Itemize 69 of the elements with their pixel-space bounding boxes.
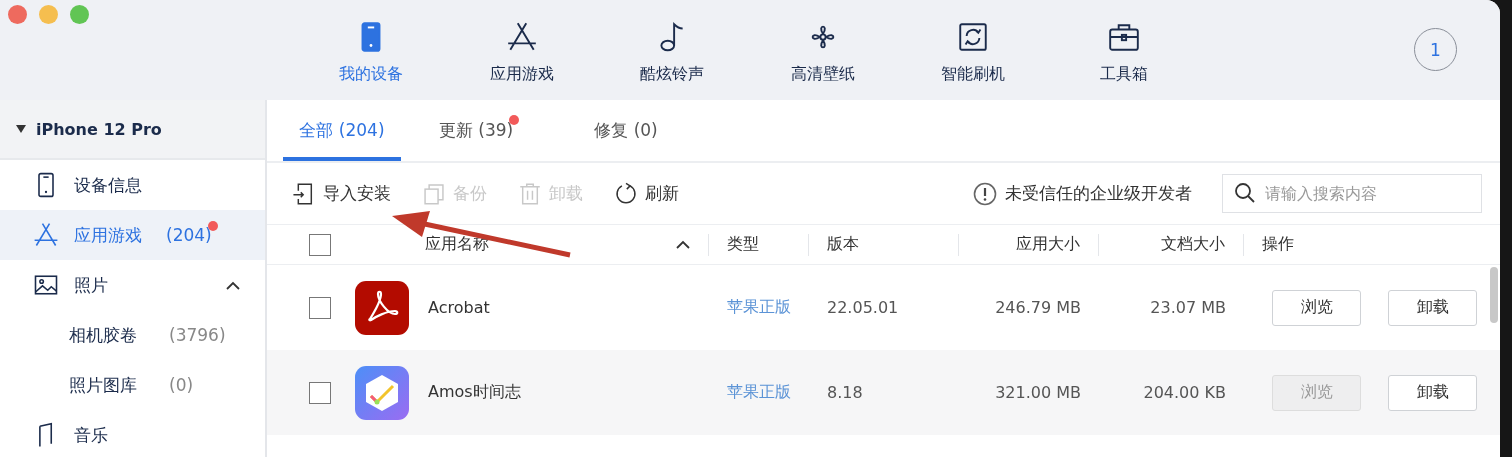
nav-tab[interactable]: 酷炫铃声	[597, 15, 748, 85]
filter-tab[interactable]: 全部 (204)	[283, 100, 401, 161]
row-action-button[interactable]: 卸载	[1388, 289, 1477, 326]
zoom-button[interactable]	[70, 5, 89, 24]
row-action-button[interactable]: 浏览	[1272, 289, 1361, 326]
item-count: (204)	[166, 225, 212, 245]
filter-tab[interactable]: 修复 (0)	[551, 100, 701, 161]
search-field[interactable]: 请输入搜索内容	[1222, 174, 1482, 213]
app-type: 苹果正版	[726, 382, 792, 403]
app-name: Amos时间志	[427, 382, 522, 403]
column-header[interactable]: 类型	[709, 233, 809, 256]
toolbar-button[interactable]: 刷新	[613, 180, 679, 207]
checkbox[interactable]	[309, 381, 331, 404]
doc-size: 23.07 MB	[1149, 298, 1227, 317]
untrusted-developer-link[interactable]: 未受信任的企业级开发者	[973, 181, 1192, 206]
minimize-button[interactable]	[39, 5, 58, 24]
sidebar-item[interactable]: 音乐	[0, 410, 265, 457]
device-header[interactable]: iPhone 12 Pro	[0, 100, 265, 160]
sidebar-label: 照片	[74, 273, 108, 297]
sidebar-item[interactable]: 设备信息	[0, 160, 265, 210]
sidebar-item[interactable]: 照片	[0, 260, 265, 310]
sidebar-subitem[interactable]: 照片图库 (0)	[0, 360, 265, 410]
column-header[interactable]: 操作	[1244, 233, 1500, 256]
device-name: iPhone 12 Pro	[36, 119, 162, 139]
nav-tab[interactable]: 高清壁纸	[747, 15, 898, 85]
app-type: 苹果正版	[726, 297, 792, 318]
column-header-label: 版本	[827, 234, 859, 255]
nav-tab[interactable]: 工具箱	[1048, 15, 1199, 85]
sidebar-label: 相机胶卷	[69, 323, 137, 347]
item-count: (3796)	[169, 325, 226, 345]
sidebar-label: 设备信息	[74, 173, 142, 197]
column-header[interactable]: 应用大小	[959, 233, 1099, 256]
column-header[interactable]: 版本	[809, 233, 959, 256]
app-size: 246.79 MB	[994, 298, 1082, 317]
sidebar-item[interactable]: 应用游戏 (204)	[0, 210, 265, 260]
column-header-label: 类型	[727, 234, 759, 255]
app-size: 321.00 MB	[994, 383, 1082, 402]
app-store-icon	[32, 221, 60, 249]
nav-tab[interactable]: 我的设备	[296, 15, 447, 85]
nav-tab[interactable]: 智能刷机	[898, 15, 1049, 85]
caret-icon	[16, 125, 26, 133]
app-version: 8.18	[826, 383, 864, 402]
app-name: Acrobat	[427, 298, 491, 317]
column-header-label: 文档大小	[1161, 234, 1225, 255]
sidebar-subitem[interactable]: 相机胶卷 (3796)	[0, 310, 265, 360]
search-icon	[1234, 182, 1256, 204]
app-icon	[355, 280, 409, 335]
checkbox[interactable]	[309, 296, 331, 319]
scrollbar-thumb[interactable]	[1490, 267, 1498, 323]
sidebar-label: 应用游戏	[74, 223, 142, 247]
nav-tab[interactable]: 应用游戏	[446, 15, 597, 85]
column-header[interactable]: 应用名称	[425, 233, 709, 256]
column-header-label: 操作	[1262, 234, 1294, 255]
sidebar-label: 音乐	[74, 423, 108, 447]
checkbox[interactable]	[309, 233, 331, 256]
sort-icon	[676, 240, 690, 249]
column-header-label: 应用名称	[425, 234, 489, 255]
filter-tab[interactable]: 更新 (39)	[401, 100, 551, 161]
warning-icon	[973, 181, 997, 206]
column-header[interactable]: 文档大小	[1099, 233, 1244, 256]
app-version: 22.05.01	[826, 298, 900, 317]
sidebar-label: 照片图库	[69, 373, 137, 397]
toolbar-button[interactable]: 导入安装	[291, 180, 391, 207]
close-button[interactable]	[8, 5, 27, 24]
column-header-label: 应用大小	[1016, 234, 1080, 255]
row-action-button[interactable]: 卸载	[1388, 374, 1477, 411]
item-count: (0)	[169, 375, 194, 395]
doc-size: 204.00 KB	[1142, 383, 1227, 402]
app-icon	[355, 365, 409, 420]
